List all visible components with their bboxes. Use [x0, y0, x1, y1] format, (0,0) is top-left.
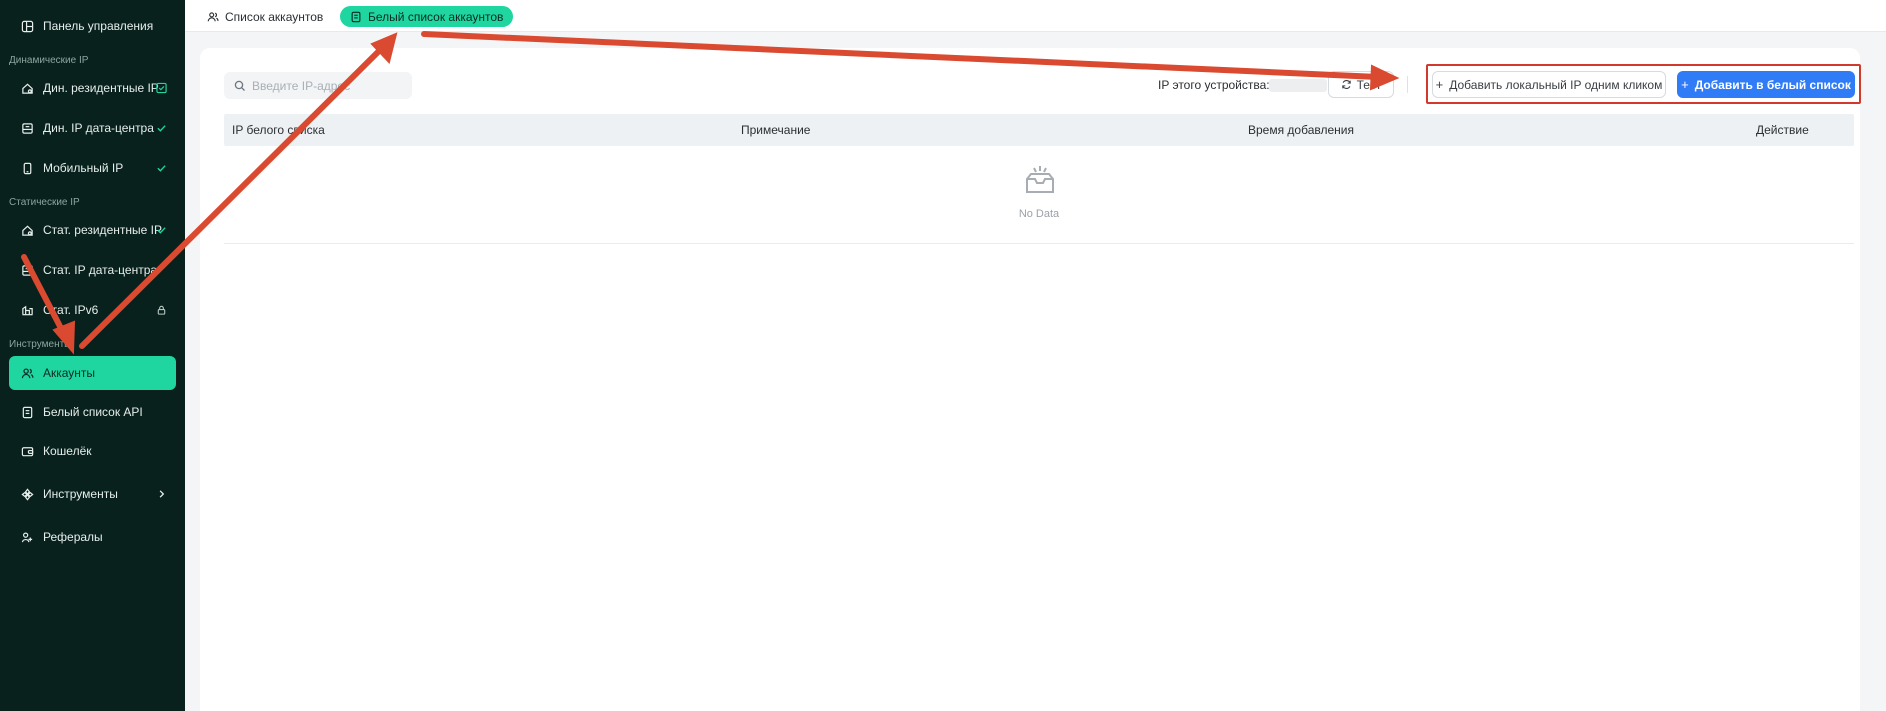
document-icon	[351, 11, 361, 22]
tabs-bar: Список аккаунтов Белый список аккаунтов	[185, 0, 1886, 32]
sidebar-item-wallet[interactable]: Кошелёк	[9, 434, 176, 468]
dashboard-icon	[20, 19, 34, 33]
section-label-dynamic: Динамические IP	[9, 55, 89, 66]
test-button[interactable]: Тест	[1328, 71, 1394, 98]
column-header-ip: IP белого списка	[232, 123, 325, 137]
sidebar-item-dynamic-datacenter[interactable]: Дин. IP дата-центра	[9, 111, 176, 145]
sidebar-item-label: Стат. IP дата-центра	[43, 263, 158, 277]
section-label-static: Статические IP	[9, 197, 80, 208]
server-icon	[20, 263, 34, 277]
sidebar-item-static-residential[interactable]: Стат. резидентные IP	[9, 213, 176, 247]
sidebar-item-mobile[interactable]: Мобильный IP	[9, 151, 176, 185]
section-label-tools: Инструменты	[9, 339, 72, 350]
sidebar-item-accounts[interactable]: Аккаунты	[9, 356, 176, 390]
tab-label: Список аккаунтов	[225, 9, 324, 24]
phone-icon	[20, 161, 34, 175]
sidebar-item-label: Аккаунты	[43, 366, 96, 380]
empty-state: No Data	[224, 146, 1854, 244]
sidebar-item-label: Рефералы	[43, 530, 103, 544]
sidebar-item-dashboard[interactable]: Панель управления	[9, 9, 176, 43]
search-box[interactable]	[224, 72, 412, 99]
sidebar: Панель управления Динамические IP Дин. р…	[0, 0, 185, 711]
tab-account-list[interactable]: Список аккаунтов	[197, 6, 333, 27]
whitelist-panel: IP этого устройства: Тест + Добавить лок…	[200, 48, 1861, 711]
sidebar-item-static-ipv6[interactable]: Стат. IPv6	[9, 293, 176, 327]
sidebar-item-dynamic-residential[interactable]: Дин. резидентные IP	[9, 71, 176, 105]
sidebar-item-label: Стат. резидентные IP	[43, 223, 162, 237]
sidebar-item-tools[interactable]: Инструменты	[9, 477, 176, 511]
check-icon	[156, 123, 167, 134]
column-header-added-time: Время добавления	[1248, 123, 1354, 137]
sidebar-item-label: Инструменты	[43, 487, 118, 501]
column-header-action: Действие	[1756, 123, 1809, 137]
checkbox-check-icon	[156, 82, 167, 94]
sidebar-item-api-whitelist[interactable]: Белый список API	[9, 395, 176, 429]
sidebar-item-label: Стат. IPv6	[43, 303, 99, 317]
sidebar-item-label: Дин. резидентные IP	[43, 81, 159, 95]
users-icon	[20, 366, 34, 380]
tab-account-whitelist[interactable]: Белый список аккаунтов	[340, 6, 514, 27]
sidebar-item-label: Дин. IP дата-центра	[43, 121, 154, 135]
search-input[interactable]	[252, 78, 402, 93]
lock-icon	[156, 305, 167, 316]
sidebar-item-referrals[interactable]: Рефералы	[9, 520, 176, 554]
search-icon	[234, 80, 245, 91]
annotation-highlight-box	[1426, 64, 1861, 104]
sidebar-item-label: Панель управления	[43, 19, 154, 33]
home-icon	[20, 223, 34, 237]
document-icon	[20, 405, 34, 419]
divider	[1407, 76, 1408, 93]
home-wifi-icon	[20, 81, 34, 95]
device-ip-label: IP этого устройства:	[1158, 78, 1270, 92]
empty-inbox-icon	[1026, 166, 1054, 193]
test-button-label: Тест	[1356, 77, 1382, 92]
users-icon	[207, 11, 219, 21]
datacenter-icon	[20, 121, 34, 135]
check-icon	[156, 163, 167, 174]
table-header: IP белого списка Примечание Время добавл…	[224, 114, 1854, 146]
column-header-note: Примечание	[741, 123, 811, 137]
referral-icon	[20, 530, 34, 544]
sidebar-item-label: Белый список API	[43, 405, 143, 419]
sidebar-item-label: Мобильный IP	[43, 161, 124, 175]
tab-label: Белый список аккаунтов	[368, 9, 504, 24]
chevron-right-icon	[156, 489, 167, 500]
sidebar-item-static-datacenter[interactable]: Стат. IP дата-центра	[9, 253, 176, 287]
wallet-icon	[20, 444, 34, 458]
tools-icon	[20, 487, 34, 501]
device-ip-value	[1269, 79, 1327, 92]
sidebar-item-label: Кошелёк	[43, 444, 92, 458]
check-icon	[156, 225, 167, 236]
refresh-icon	[1341, 80, 1351, 89]
ipv6-icon	[20, 303, 34, 317]
empty-text: No Data	[1018, 208, 1060, 220]
